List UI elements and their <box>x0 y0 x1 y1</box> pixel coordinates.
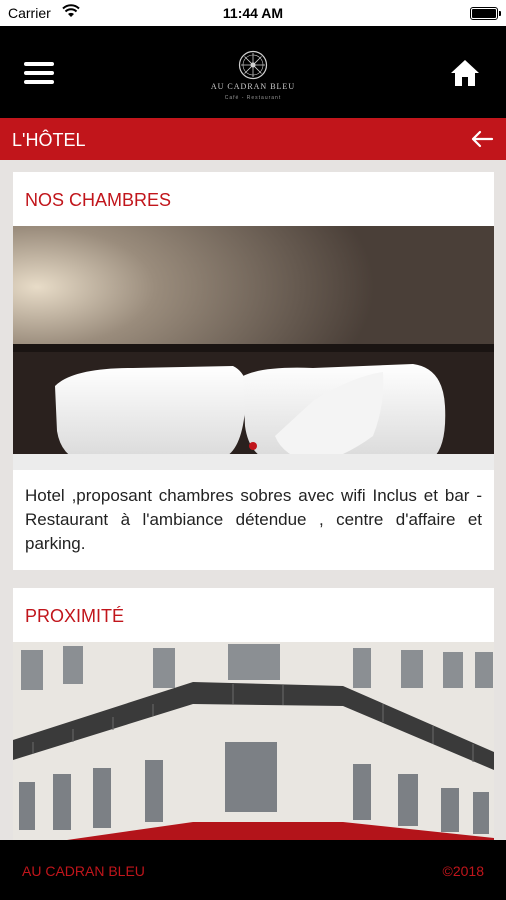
battery-icon <box>470 7 501 20</box>
card-title: PROXIMITÉ <box>25 606 125 626</box>
room-photo <box>13 226 494 470</box>
page-title: L'HÔTEL <box>12 130 86 150</box>
clock: 11:44 AM <box>222 5 284 21</box>
hamburger-icon-bar <box>24 71 54 75</box>
hamburger-icon-bar <box>24 80 54 84</box>
back-arrow-icon[interactable] <box>470 128 494 150</box>
status-bar: Carrier 11:44 AM <box>0 0 506 26</box>
logo: AU CADRAN BLEU Café - Restaurant <box>193 50 313 110</box>
building-photo <box>13 642 494 840</box>
logo-subtitle: Café - Restaurant <box>224 95 282 101</box>
content-scroll[interactable]: NOS CHAMBRES Hotel ,proposant chambres s… <box>0 160 506 840</box>
card-proximity: PROXIMITÉ <box>13 588 494 840</box>
app-header: AU CADRAN BLEU Café - Restaurant <box>0 26 506 118</box>
footer-copyright: ©2018 <box>442 863 484 879</box>
home-icon[interactable] <box>450 58 480 88</box>
section-bar: L'HÔTEL <box>0 118 506 160</box>
card-description: Hotel ,proposant chambres sobres avec wi… <box>25 486 482 553</box>
footer-brand: AU CADRAN BLEU <box>22 863 145 879</box>
clock-dial-logo-icon <box>238 50 268 80</box>
hamburger-icon-bar <box>24 62 54 66</box>
card-rooms: NOS CHAMBRES Hotel ,proposant chambres s… <box>13 172 494 570</box>
card-title: NOS CHAMBRES <box>25 190 172 210</box>
logo-name: AU CADRAN BLEU <box>210 82 296 91</box>
footer: AU CADRAN BLEU ©2018 <box>0 840 506 900</box>
menu-button[interactable] <box>24 62 54 84</box>
